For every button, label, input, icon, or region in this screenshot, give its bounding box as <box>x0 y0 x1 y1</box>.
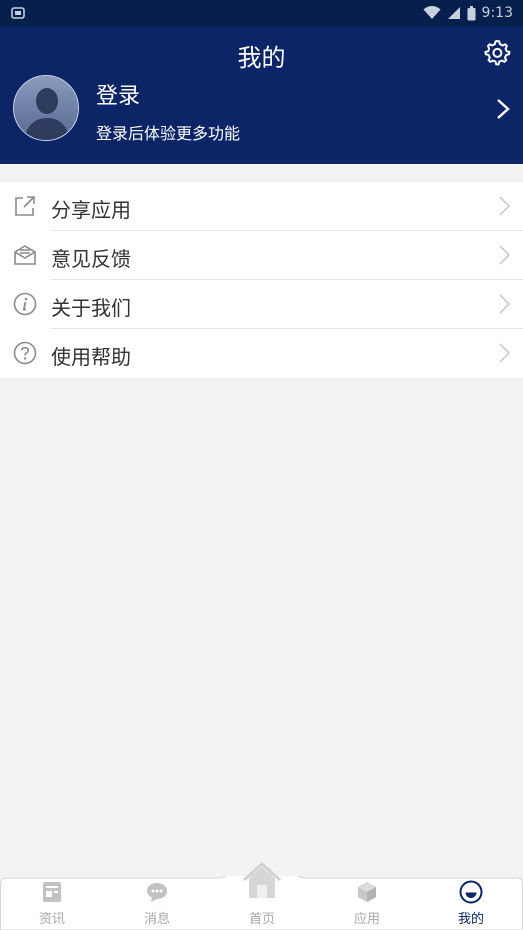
android-debug-icon <box>11 7 25 19</box>
status-icons: 9:13 <box>423 4 513 22</box>
menu-label: 意见反馈 <box>51 247 131 271</box>
bottom-tab-bar: 资讯 消息 首页 应用 我的 <box>0 861 523 930</box>
chevron-right-icon <box>499 245 510 265</box>
battery-icon <box>467 5 476 20</box>
tab-label: 资讯 <box>38 912 65 927</box>
tab-news[interactable]: 资讯 <box>12 876 92 930</box>
default-avatar-icon <box>14 76 78 140</box>
tab-home[interactable]: 首页 <box>222 861 302 930</box>
profile-icon <box>459 880 483 904</box>
status-time: 9:13 <box>481 5 513 21</box>
menu-label: 使用帮助 <box>51 345 131 369</box>
tab-messages[interactable]: 消息 <box>117 876 197 930</box>
avatar[interactable] <box>13 75 79 141</box>
tab-profile[interactable]: 我的 <box>431 876 511 930</box>
chevron-right-icon <box>499 343 510 363</box>
page-title: 我的 <box>237 44 286 72</box>
apps-icon <box>358 882 376 902</box>
tab-label: 首页 <box>248 912 275 927</box>
chevron-right-icon[interactable] <box>495 98 511 120</box>
chevron-right-icon <box>499 294 510 314</box>
profile-header: 我的 登录 登录后体验更多功能 <box>0 26 523 164</box>
feedback-icon <box>14 245 36 265</box>
menu-item-share[interactable]: 分享应用 <box>0 182 523 231</box>
status-bar: 9:13 <box>0 0 523 26</box>
message-icon <box>147 883 167 902</box>
menu-label: 分享应用 <box>51 198 131 222</box>
menu-item-help[interactable]: 使用帮助 <box>0 329 523 378</box>
tab-label: 应用 <box>353 912 380 927</box>
signal-icon <box>447 7 460 19</box>
menu-item-about[interactable]: 关于我们 <box>0 280 523 329</box>
news-icon <box>43 882 61 902</box>
info-icon <box>13 292 37 316</box>
tab-label: 消息 <box>143 912 170 927</box>
settings-menu: 分享应用 意见反馈 关于我们 使用帮助 <box>0 182 523 378</box>
settings-gear-icon[interactable] <box>483 38 511 66</box>
login-title[interactable]: 登录 <box>96 78 140 110</box>
login-subtitle: 登录后体验更多功能 <box>96 124 241 143</box>
wifi-icon <box>423 6 441 19</box>
tab-label: 我的 <box>457 912 484 927</box>
share-icon <box>15 196 35 216</box>
help-icon <box>13 341 37 365</box>
home-icon <box>243 861 281 898</box>
menu-item-feedback[interactable]: 意见反馈 <box>0 231 523 280</box>
menu-label: 关于我们 <box>51 296 131 320</box>
chevron-right-icon <box>499 196 510 216</box>
tab-apps[interactable]: 应用 <box>327 876 407 930</box>
